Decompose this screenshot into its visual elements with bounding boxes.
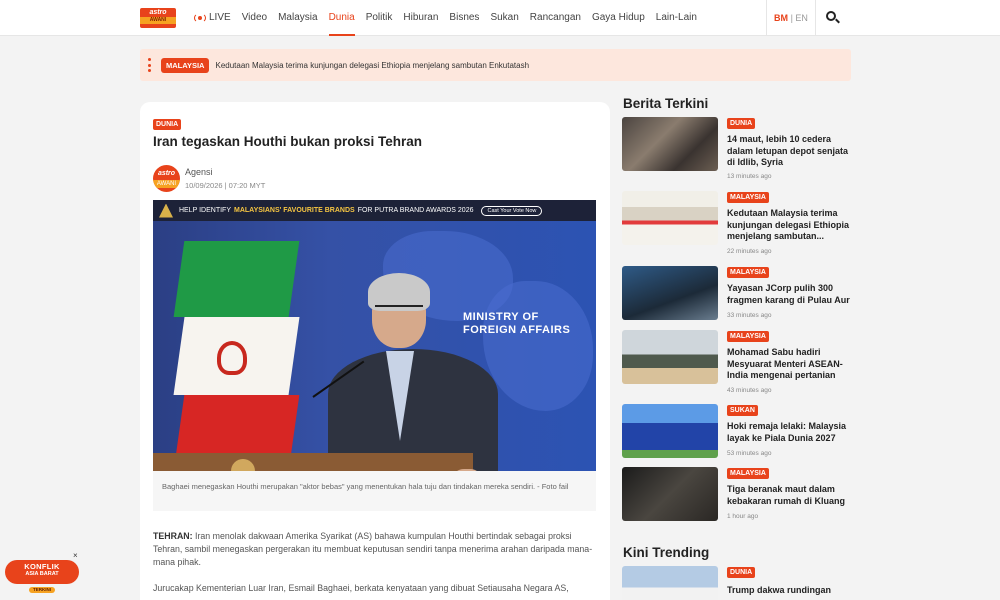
article-category-tag[interactable]: DUNIA — [153, 119, 182, 130]
iran-flag — [173, 241, 300, 471]
news-time: 1 hour ago — [727, 513, 759, 520]
vote-cta-button[interactable]: Cast Your Vote Now — [481, 205, 543, 216]
astro-awani-logo[interactable]: astro AWANI — [140, 8, 176, 28]
news-thumbnail[interactable] — [622, 191, 718, 245]
news-thumbnail[interactable] — [622, 467, 718, 521]
nav-item-politik[interactable]: Politik — [366, 0, 393, 36]
article-title: Iran tegaskan Houthi bukan proksi Tehran — [153, 134, 423, 149]
news-title[interactable]: Trump dakwa rundingan — [727, 585, 853, 597]
nav-item-video[interactable]: Video — [242, 0, 267, 36]
news-title[interactable]: Yayasan JCorp pulih 300 fragmen karang d… — [727, 283, 853, 306]
ticker-headline[interactable]: Kedutaan Malaysia terima kunjungan deleg… — [215, 61, 529, 70]
logo-bottom-text: AWANI — [140, 17, 176, 24]
news-time: 22 minutes ago — [727, 248, 772, 255]
author-avatar: astro AWANI — [153, 165, 180, 192]
latest-news-item[interactable]: MALAYSIA Kedutaan Malaysia terima kunjun… — [622, 191, 853, 255]
news-title[interactable]: Kedutaan Malaysia terima kunjungan deleg… — [727, 208, 853, 243]
paragraph-2: Jurucakap Kementerian Luar Iran, Esmail … — [153, 583, 569, 593]
news-time: 53 minutes ago — [727, 450, 772, 457]
news-category-tag[interactable]: MALAYSIA — [727, 192, 769, 203]
trending-news-item[interactable]: DUNIA Trump dakwa rundingan — [622, 566, 852, 600]
news-thumbnail[interactable] — [622, 117, 718, 171]
live-conflict-promo-badge[interactable]: KONFLIK ASIA BARAT TERKINI — [5, 560, 79, 593]
latest-news-item[interactable]: DUNIA 14 maut, lebih 10 cedera dalam let… — [622, 117, 853, 180]
latest-news-item[interactable]: MALAYSIA Mohamad Sabu hadiri Mesyuarat M… — [622, 330, 853, 394]
nav-item-dunia[interactable]: Dunia — [328, 0, 355, 36]
paragraph-1: TEHRAN: Iran menolak dakwaan Amerika Sya… — [153, 531, 593, 567]
news-time: 33 minutes ago — [727, 312, 772, 319]
news-time: 43 minutes ago — [727, 387, 772, 394]
language-switcher: BM | EN — [766, 0, 816, 36]
ticker-category-badge: MALAYSIA — [161, 57, 210, 73]
article-hero-image: MINISTRY OF FOREIGN AFFAIRS HELP IDENTIF… — [153, 200, 596, 471]
podium — [153, 453, 473, 471]
news-thumbnail[interactable] — [622, 330, 718, 384]
close-icon[interactable]: × — [73, 551, 78, 560]
news-title[interactable]: Hoki remaja lelaki: Malaysia layak ke Pi… — [727, 421, 853, 444]
ticker-handle-icon — [148, 58, 152, 72]
avatar-bottom-text: AWANI — [153, 180, 180, 188]
news-thumbnail[interactable] — [622, 266, 718, 320]
news-time: 13 minutes ago — [727, 173, 772, 180]
avatar-top-text: astro — [157, 170, 176, 177]
latest-news-item[interactable]: SUKAN Hoki remaja lelaki: Malaysia layak… — [622, 404, 852, 462]
news-title[interactable]: Mohamad Sabu hadiri Mesyuarat Menteri AS… — [727, 347, 853, 382]
site-header: astro AWANI LIVE Video Malaysia Dunia Po… — [0, 0, 1000, 36]
nav-item-live[interactable]: LIVE — [194, 0, 231, 36]
nav-item-hiburan[interactable]: Hiburan — [403, 0, 438, 36]
latest-news-item[interactable]: MALAYSIA Tiga beranak maut dalam kebakar… — [622, 467, 852, 525]
news-thumbnail[interactable] — [622, 404, 718, 458]
lang-bm[interactable]: BM — [774, 13, 788, 23]
latest-news-heading: Berita Terkini — [623, 96, 709, 111]
main-nav: LIVE Video Malaysia Dunia Politik Hibura… — [194, 0, 708, 36]
news-title[interactable]: Tiga beranak maut dalam kebakaran rumah … — [727, 484, 853, 507]
award-logo-icon — [159, 203, 173, 218]
nav-item-rancangan[interactable]: Rancangan — [530, 0, 581, 36]
news-title[interactable]: 14 maut, lebih 10 cedera dalam letupan d… — [727, 134, 853, 169]
ad-banner[interactable]: HELP IDENTIFY MALAYSIANS' FAVOURITE BRAN… — [153, 200, 596, 221]
news-category-tag[interactable]: MALAYSIA — [727, 468, 769, 479]
image-caption: Baghaei menegaskan Houthi merupakan "akt… — [153, 471, 596, 511]
logo-top-text: astro — [149, 9, 167, 16]
photo-background: MINISTRY OF FOREIGN AFFAIRS — [153, 221, 596, 471]
article-card: DUNIA Iran tegaskan Houthi bukan proksi … — [140, 102, 610, 600]
lang-separator: | — [790, 13, 793, 23]
nav-item-lain-lain[interactable]: Lain-Lain — [656, 0, 697, 36]
breaking-news-ticker[interactable]: MALAYSIA Kedutaan Malaysia terima kunjun… — [140, 49, 851, 81]
news-thumbnail[interactable] — [622, 566, 718, 600]
live-broadcast-icon — [194, 12, 206, 24]
nav-item-label: LIVE — [209, 12, 231, 23]
news-category-tag[interactable]: MALAYSIA — [727, 267, 769, 278]
nav-item-malaysia[interactable]: Malaysia — [278, 0, 317, 36]
nav-item-bisnes[interactable]: Bisnes — [449, 0, 479, 36]
trending-heading: Kini Trending — [623, 545, 710, 560]
article-date: 10/09/2026 | 07:20 MYT — [185, 181, 266, 190]
article-byline: astro AWANI Agensi 10/09/2026 | 07:20 MY… — [153, 165, 265, 192]
lang-en[interactable]: EN — [795, 13, 808, 23]
nav-item-gaya-hidup[interactable]: Gaya Hidup — [592, 0, 645, 36]
latest-news-item[interactable]: MALAYSIA Yayasan JCorp pulih 300 fragmen… — [622, 266, 852, 324]
news-category-tag[interactable]: DUNIA — [727, 567, 756, 578]
news-category-tag[interactable]: MALAYSIA — [727, 331, 769, 342]
article-body: TEHRAN: Iran menolak dakwaan Amerika Sya… — [153, 530, 598, 600]
nav-item-sukan[interactable]: Sukan — [490, 0, 518, 36]
news-category-tag[interactable]: DUNIA — [727, 118, 756, 129]
news-category-tag[interactable]: SUKAN — [727, 405, 758, 416]
author-name: Agensi — [185, 167, 213, 177]
search-button[interactable] — [822, 8, 842, 28]
